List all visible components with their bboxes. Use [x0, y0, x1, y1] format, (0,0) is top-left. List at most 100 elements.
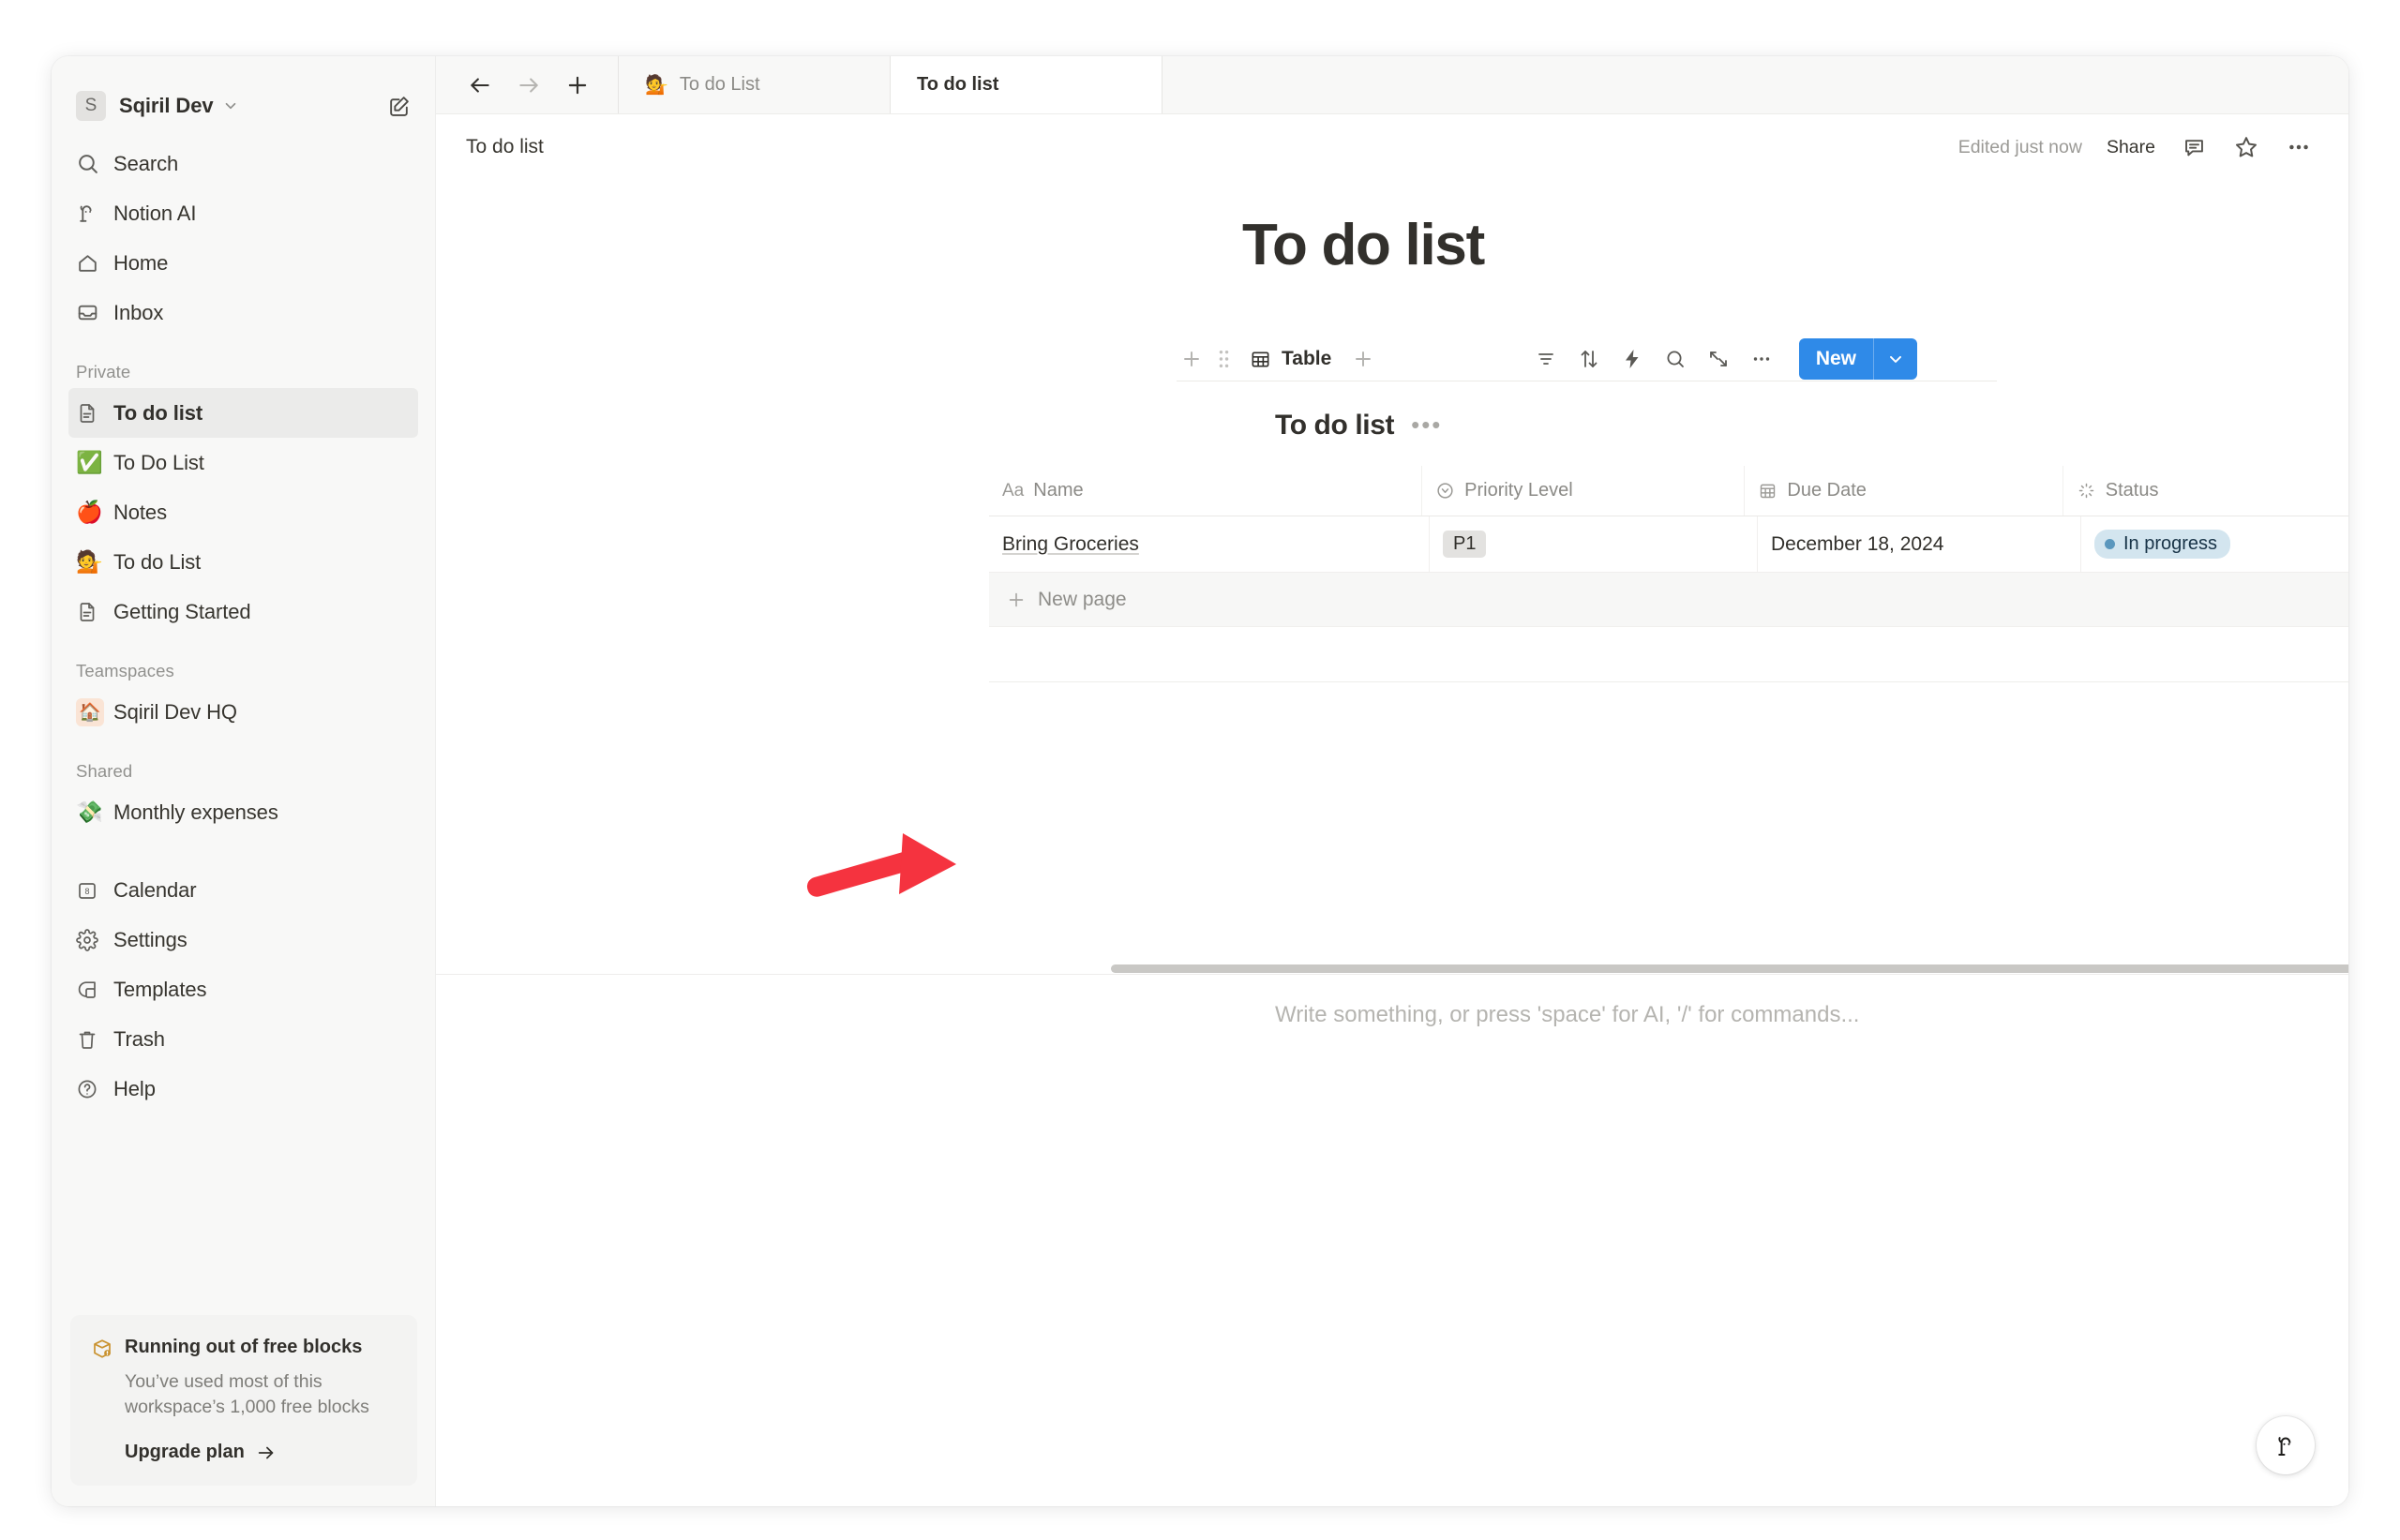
star-icon[interactable] — [2232, 133, 2260, 161]
section-header-teamspaces: Teamspaces — [76, 661, 174, 680]
column-header-name[interactable]: Aa Name — [989, 466, 1423, 516]
upgrade-plan-link[interactable]: Upgrade plan — [125, 1442, 397, 1463]
sidebar-item-notes[interactable]: 🍎 Notes — [68, 487, 418, 537]
ellipsis-icon[interactable] — [1743, 341, 1780, 377]
scrollbar-thumb[interactable] — [1111, 964, 2348, 973]
person-emoji-icon: 💁 — [645, 75, 668, 96]
column-header-priority-level[interactable]: Priority Level — [1422, 466, 1746, 516]
cell-name[interactable]: Bring Groceries — [989, 516, 1430, 573]
cell-status[interactable]: In progress — [2081, 516, 2348, 572]
sidebar-item-inbox[interactable]: Inbox — [68, 288, 418, 337]
select-icon — [1435, 481, 1455, 501]
search-icon[interactable] — [1657, 341, 1694, 377]
sidebar-item-label: Getting Started — [113, 599, 251, 623]
sidebar-item-notion-ai[interactable]: Notion AI — [68, 188, 418, 238]
expand-icon[interactable] — [1700, 341, 1737, 377]
sidebar-item-label: Settings — [113, 927, 188, 951]
cell-priority-level[interactable]: P1 — [1430, 516, 1758, 573]
grip-icon[interactable] — [1214, 349, 1233, 369]
breadcrumb[interactable]: To do list — [466, 136, 544, 158]
tab-to-do-list-active[interactable]: To do list — [891, 56, 1162, 113]
sidebar-item-monthly-expenses[interactable]: 💸 Monthly expenses — [68, 787, 418, 837]
upgrade-plan-card[interactable]: Running out of free blocks You’ve used m… — [70, 1314, 417, 1486]
emoji-glyph: 🏠 — [76, 697, 104, 726]
add-view-plus-icon[interactable] — [1348, 344, 1378, 374]
sidebar-item-trash[interactable]: Trash — [68, 1014, 418, 1064]
sidebar-item-label: Search — [113, 151, 179, 175]
gear-icon — [76, 928, 110, 951]
database-title[interactable]: To do list — [1275, 410, 1394, 441]
tab-to-do-list-inactive[interactable]: 💁 To do List — [619, 56, 891, 113]
trash-icon — [76, 1028, 110, 1051]
view-tab-label: Table — [1282, 348, 1332, 370]
sidebar-item-label: To do list — [113, 400, 203, 425]
sort-icon[interactable] — [1570, 341, 1608, 377]
page-content: To do list Table New To do list ••• Aa N… — [436, 180, 2348, 1506]
sidebar-item-help[interactable]: Help — [68, 1064, 418, 1114]
sidebar-item-label: Notes — [113, 500, 167, 524]
ellipsis-icon[interactable]: ••• — [1411, 413, 1442, 437]
sidebar-item-label: Templates — [113, 977, 207, 1001]
table-header-row: Aa Name Priority Level Due Date Status — [989, 466, 2348, 517]
filter-icon[interactable] — [1527, 341, 1565, 377]
database-table: Aa Name Priority Level Due Date Status B… — [989, 466, 2348, 683]
notion-window: S Sqiril Dev Search Notion AI Home Inbox… — [52, 56, 2348, 1506]
compose-icon[interactable] — [387, 95, 411, 118]
status-dot-icon — [2105, 539, 2115, 550]
arrow-right-icon[interactable] — [515, 71, 543, 99]
sidebar-private-list: To do list ✅ To Do List 🍎 Notes 💁 To do … — [52, 388, 435, 636]
main-area: 💁 To do List To do list To do list Edite… — [436, 56, 2348, 1506]
templates-icon — [76, 979, 110, 1001]
tab-label: To do list — [917, 74, 999, 95]
ellipsis-icon[interactable] — [2285, 133, 2313, 161]
upgrade-body: You’ve used most of this workspace’s 1,0… — [125, 1370, 369, 1418]
share-button[interactable]: Share — [2107, 137, 2155, 158]
arrow-left-icon[interactable] — [466, 71, 494, 99]
box-alert-icon — [91, 1338, 113, 1360]
sidebar-item-to-do-list-person[interactable]: 💁 To do List — [68, 537, 418, 587]
chevron-down-icon[interactable] — [1874, 338, 1917, 380]
sidebar: S Sqiril Dev Search Notion AI Home Inbox… — [52, 56, 436, 1506]
block-add-plus-icon[interactable] — [1177, 344, 1207, 374]
workspace-switcher[interactable]: S Sqiril Dev — [68, 81, 418, 131]
sidebar-item-calendar[interactable]: 8 Calendar — [68, 865, 418, 915]
new-tab-plus-icon[interactable] — [563, 71, 592, 99]
comment-icon[interactable] — [2180, 133, 2208, 161]
cell-due-date[interactable]: December 18, 2024 — [1758, 516, 2081, 573]
automation-icon[interactable] — [1613, 341, 1651, 377]
tab-label: To do List — [679, 74, 760, 95]
new-page-row[interactable]: New page — [989, 573, 2348, 628]
body-placeholder[interactable]: Write something, or press 'space' for AI… — [1275, 1002, 1859, 1028]
arrow-right-icon — [256, 1443, 277, 1463]
horizontal-scrollbar[interactable] — [436, 963, 2348, 974]
table-row[interactable]: Bring Groceries P1 December 18, 2024 In … — [989, 516, 2348, 574]
check-circle-emoji-icon: ✅ — [76, 452, 110, 473]
notion-ai-icon[interactable] — [2257, 1416, 2315, 1474]
status-label: In progress — [2123, 533, 2218, 555]
page-title[interactable]: To do list — [1242, 213, 2348, 277]
sidebar-item-to-do-list-active[interactable]: To do list — [68, 388, 418, 438]
sidebar-item-to-do-list-check[interactable]: ✅ To Do List — [68, 438, 418, 487]
sidebar-item-search[interactable]: Search — [68, 139, 418, 188]
sidebar-item-getting-started[interactable]: Getting Started — [68, 587, 418, 636]
sidebar-item-label: Inbox — [113, 300, 164, 324]
column-header-status[interactable]: Status — [2063, 466, 2348, 516]
column-header-due-date[interactable]: Due Date — [1745, 466, 2063, 516]
sidebar-item-settings[interactable]: Settings — [68, 915, 418, 964]
emoji-glyph: 💸 — [76, 800, 103, 824]
new-button[interactable]: New — [1798, 338, 1917, 381]
section-header-private: Private — [76, 362, 131, 381]
edited-status: Edited just now — [1958, 136, 2082, 157]
database-title-row: To do list ••• — [1275, 410, 2348, 441]
view-tab-table[interactable]: Table — [1240, 343, 1341, 375]
sidebar-item-templates[interactable]: Templates — [68, 964, 418, 1014]
text-aa-icon: Aa — [1002, 480, 1025, 501]
annotation-arrow — [806, 833, 956, 897]
sidebar-item-sqiril-dev-hq[interactable]: 🏠 Sqiril Dev HQ — [68, 687, 418, 737]
table-icon — [1250, 349, 1271, 370]
header-actions: Edited just now Share — [1958, 133, 2313, 161]
status-icon — [2077, 481, 2096, 501]
sidebar-item-home[interactable]: Home — [68, 238, 418, 288]
money-emoji-icon: 💸 — [76, 801, 110, 823]
sidebar-item-label: To Do List — [113, 450, 204, 474]
